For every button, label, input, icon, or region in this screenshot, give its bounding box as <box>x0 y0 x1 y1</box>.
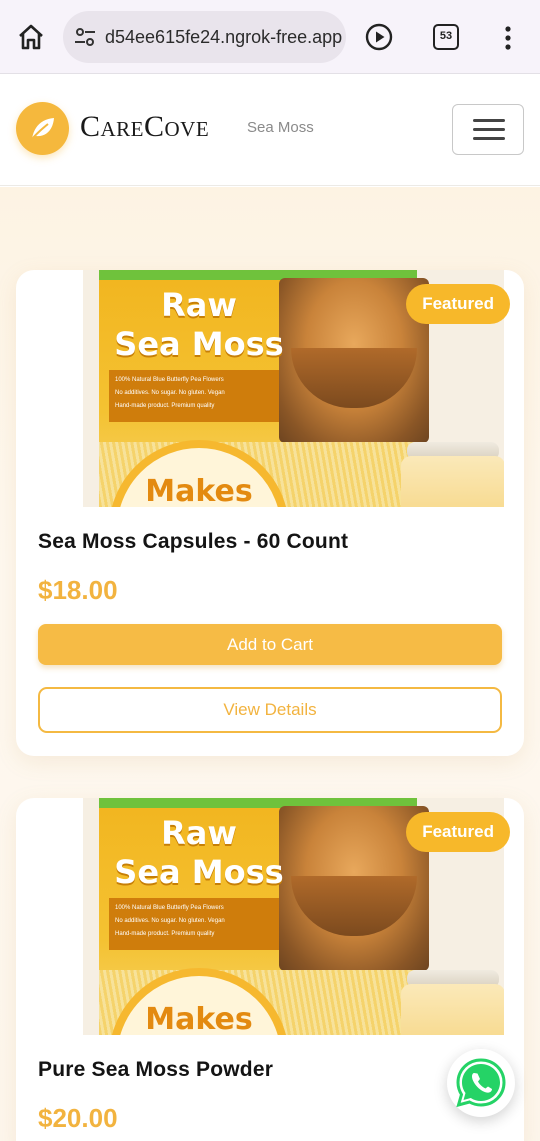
brand-tagline: Sea Moss <box>247 119 314 136</box>
whatsapp-chat-button[interactable] <box>447 1049 515 1117</box>
logo[interactable] <box>16 102 69 155</box>
add-to-cart-button[interactable]: Add to Cart <box>38 624 502 665</box>
product-card: Raw Sea Moss 100% Natural Blue Butterfly… <box>16 270 524 756</box>
package-title: Raw Sea Moss <box>114 286 284 363</box>
whatsapp-icon <box>456 1058 506 1108</box>
package-art: Raw Sea Moss 100% Natural Blue Butterfly… <box>99 270 429 507</box>
hamburger-icon[interactable] <box>452 104 524 155</box>
leaf-icon <box>31 118 54 140</box>
view-details-button[interactable]: View Details <box>38 687 502 733</box>
product-list: Raw Sea Moss 100% Natural Blue Butterfly… <box>0 187 540 1141</box>
featured-badge: Featured <box>406 284 510 324</box>
product-name[interactable]: Sea Moss Capsules - 60 Count <box>38 530 348 554</box>
tab-switcher-icon[interactable]: 53 <box>433 24 459 50</box>
product-price: $20.00 <box>38 1103 118 1133</box>
browser-toolbar: d54ee615fe24.ngrok-free.app 53 <box>0 0 540 74</box>
home-icon[interactable] <box>16 22 46 52</box>
package-title: Raw Sea Moss <box>114 814 284 891</box>
product-name[interactable]: Pure Sea Moss Powder <box>38 1058 273 1082</box>
product-price: $18.00 <box>38 575 118 605</box>
jar-image <box>401 970 504 1035</box>
tune-icon[interactable] <box>73 25 97 49</box>
url-text: d54ee615fe24.ngrok-free.app <box>105 27 343 47</box>
package-info: 100% Natural Blue Butterfly Pea Flowers … <box>109 370 279 422</box>
site-header: CareCove Sea Moss <box>0 75 540 186</box>
jar-image <box>401 442 504 507</box>
package-art: Raw Sea Moss 100% Natural Blue Butterfly… <box>99 798 429 1035</box>
kebab-menu-icon[interactable] <box>500 24 516 52</box>
featured-badge: Featured <box>406 812 510 852</box>
play-circle-icon[interactable] <box>365 23 393 51</box>
brand-name[interactable]: CareCove <box>80 107 209 147</box>
package-info: 100% Natural Blue Butterfly Pea Flowers … <box>109 898 279 950</box>
address-bar[interactable]: d54ee615fe24.ngrok-free.app <box>63 11 346 63</box>
